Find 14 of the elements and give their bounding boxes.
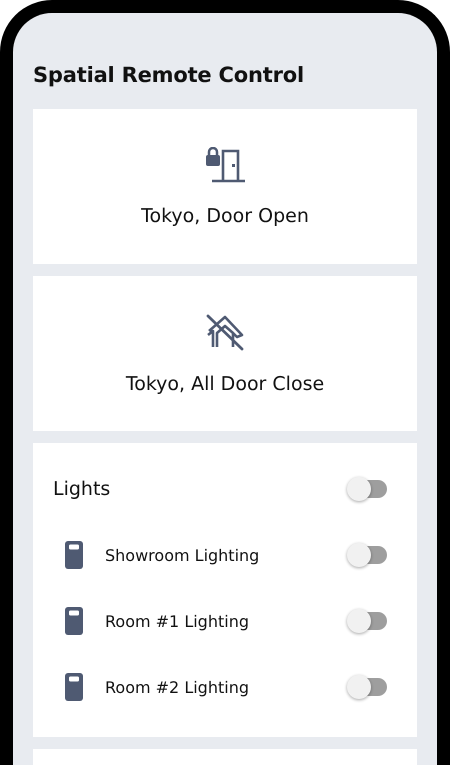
light-switch-icon	[65, 673, 83, 701]
light-label: Room #1 Lighting	[105, 612, 250, 630]
action-label: Tokyo, All Door Close	[126, 372, 324, 394]
light-switch-icon	[65, 541, 83, 569]
light-label: Room #2 Lighting	[105, 678, 250, 696]
page-title: Spatial Remote Control	[33, 63, 305, 87]
door-lock-icon	[205, 146, 245, 182]
action-label: Tokyo, Door Open	[141, 204, 309, 226]
action-card[interactable]: Tokyo, Door Open	[33, 109, 417, 264]
light-label: Showroom Lighting	[105, 546, 260, 564]
action-card[interactable]: Tokyo, All Door Close	[33, 276, 417, 431]
section-title: Lights	[53, 478, 112, 500]
light-switch-icon	[65, 607, 83, 635]
house-off-icon	[205, 312, 245, 350]
